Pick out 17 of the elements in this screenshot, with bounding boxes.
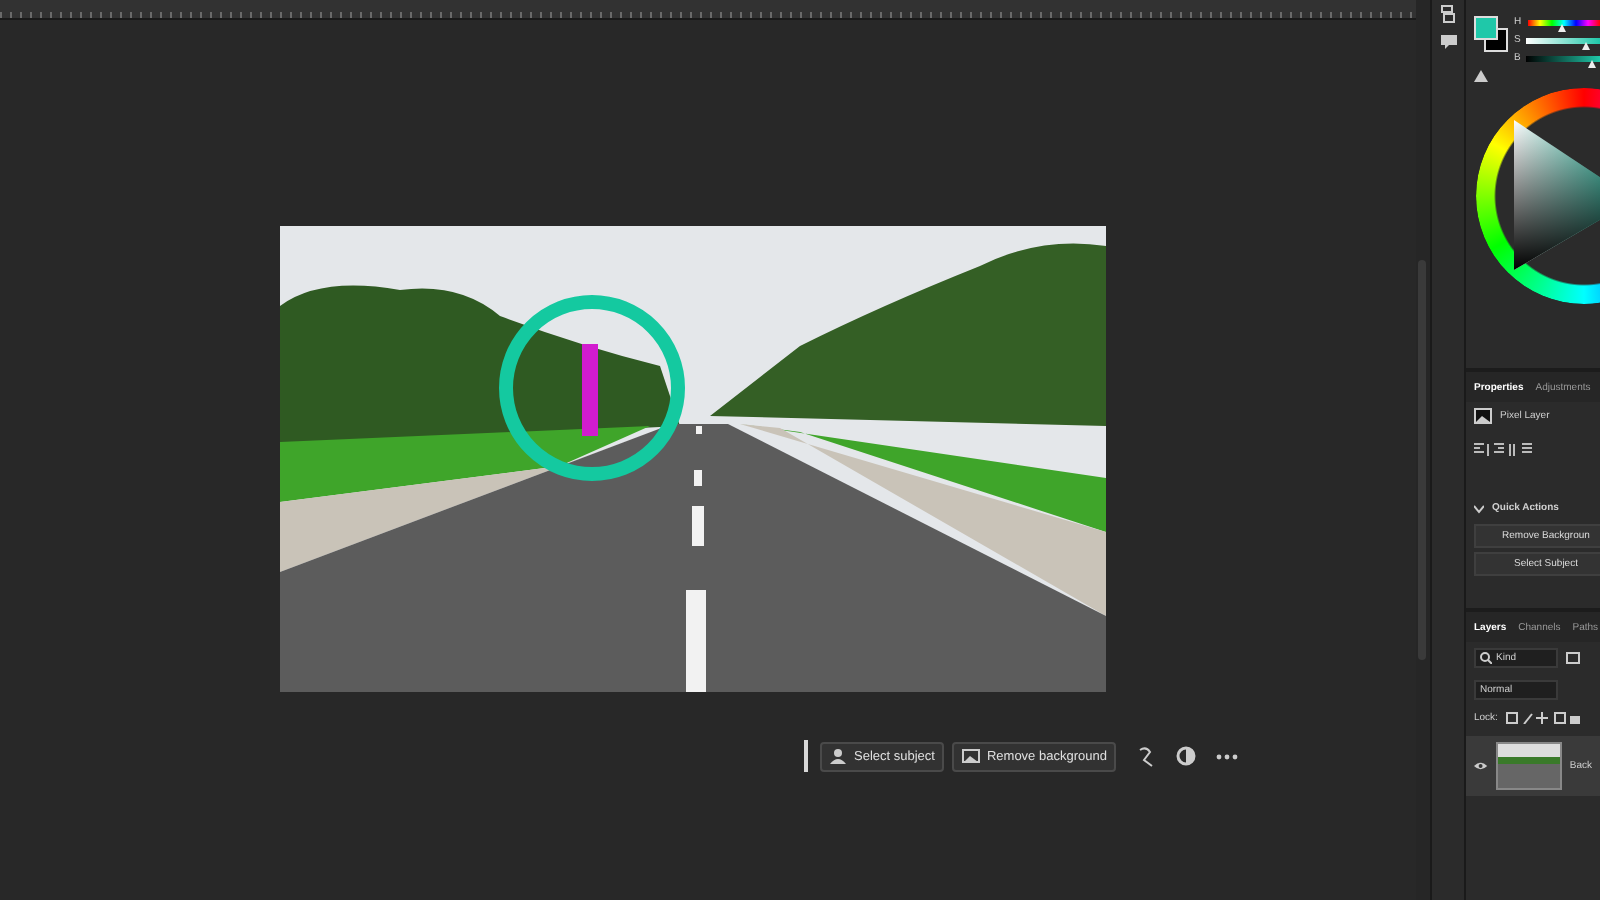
lock-options-drawing [1505,712,1582,724]
image-icon [1474,408,1492,424]
image-icon [962,748,981,764]
history-icon [1440,4,1456,24]
image-icon [1566,652,1580,664]
brush-cursor-icon [496,292,688,484]
person-icon [830,748,848,764]
slider-thumb[interactable] [1587,59,1596,67]
comment-icon [1439,34,1457,50]
search-icon [1480,652,1492,664]
align-icons-drawing [1474,442,1534,456]
pen-icon [1136,745,1157,767]
layer-thumbnail [1495,742,1562,790]
color-swatches[interactable] [1474,16,1506,52]
contrast-icon [1176,746,1197,766]
warning-icon [1474,70,1488,82]
more-icon [1216,753,1239,759]
